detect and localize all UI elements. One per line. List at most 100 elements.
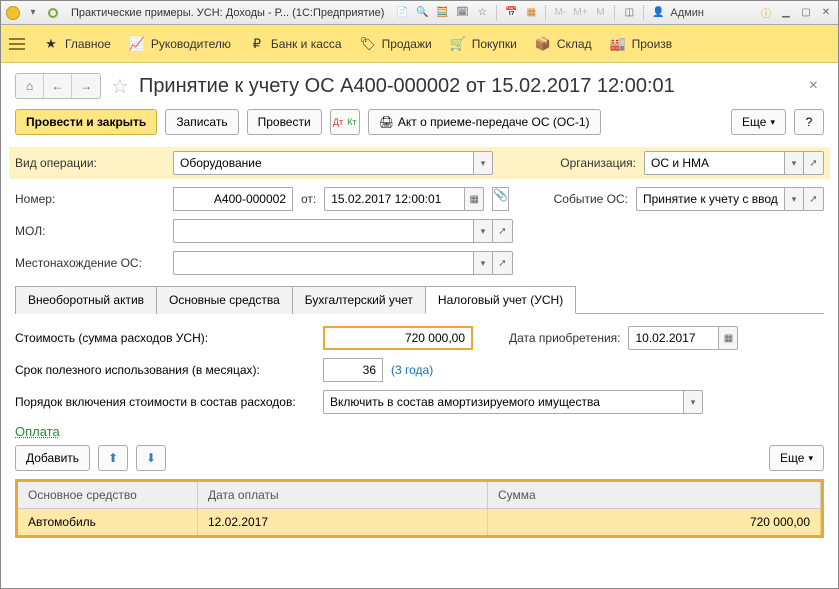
payment-toolbar: Добавить ⬆ ⬇ Еще ▾ (15, 445, 824, 471)
move-down-button[interactable]: ⬇ (136, 445, 166, 471)
post-button[interactable]: Провести (247, 109, 322, 135)
close-icon[interactable]: ✕ (818, 5, 834, 21)
nav-purchases[interactable]: 🛒Покупки (450, 36, 517, 52)
row-include-order: Порядок включения стоимости в состав рас… (15, 390, 824, 414)
box-icon: 📦 (535, 36, 551, 52)
act-button[interactable]: 🖨Акт о приеме-передаче ОС (ОС-1) (368, 109, 601, 135)
m-plus-icon[interactable]: M+ (572, 5, 588, 21)
chevron-down-icon[interactable] (784, 151, 804, 175)
chevron-down-icon[interactable] (473, 219, 493, 243)
home-button[interactable]: ⌂ (16, 74, 44, 98)
org-field[interactable]: ➚ (644, 151, 824, 175)
forward-button[interactable]: → (72, 74, 100, 98)
dropdown-icon[interactable]: ▾ (25, 5, 41, 21)
chevron-down-icon[interactable] (473, 151, 493, 175)
nav-main[interactable]: ★Главное (43, 36, 111, 52)
toolbar-icon-2[interactable]: 🔍 (414, 5, 430, 21)
tab-fixed-asset[interactable]: Внеоборотный актив (15, 286, 157, 314)
label-location: Местонахождение ОС: (15, 256, 165, 270)
number-input[interactable] (173, 187, 293, 211)
nav-production[interactable]: 🏭Произв (610, 36, 673, 52)
grid-icon[interactable]: ▦ (523, 5, 539, 21)
location-input[interactable] (173, 251, 473, 275)
col-sum: Сумма (488, 482, 821, 508)
label-mol: МОЛ: (15, 224, 165, 238)
nav-sales[interactable]: 🏷Продажи (360, 36, 432, 52)
user-icon: 👤 (650, 5, 666, 21)
open-icon[interactable]: ➚ (804, 151, 824, 175)
m-icon[interactable]: M (592, 5, 608, 21)
refresh-icon[interactable] (45, 5, 61, 21)
open-icon[interactable]: ➚ (804, 187, 824, 211)
toolbar-icon-4[interactable]: 🗓 (454, 5, 470, 21)
table-row[interactable]: Автомобиль 12.02.2017 720 000,00 (18, 509, 821, 535)
cost-input[interactable] (323, 326, 473, 350)
calendar-icon[interactable]: ▦ (718, 326, 738, 350)
save-button[interactable]: Записать (165, 109, 238, 135)
info-icon[interactable]: ⓘ (758, 5, 774, 21)
row-useful-life: Срок полезного использования (в месяцах)… (15, 358, 824, 382)
org-input[interactable] (644, 151, 784, 175)
add-button[interactable]: Добавить (15, 445, 90, 471)
nav-warehouse[interactable]: 📦Склад (535, 36, 592, 52)
chevron-down-icon[interactable] (683, 390, 703, 414)
location-field[interactable]: ➚ (173, 251, 513, 275)
op-type-input[interactable] (173, 151, 473, 175)
factory-icon: 🏭 (610, 36, 626, 52)
include-input[interactable] (323, 390, 683, 414)
dt-kt-button[interactable]: ДтКт (330, 109, 360, 135)
include-field[interactable] (323, 390, 703, 414)
table-more-button[interactable]: Еще ▾ (769, 445, 824, 471)
maximize-icon[interactable]: ▢ (798, 5, 814, 21)
life-input[interactable] (323, 358, 383, 382)
tab-accounting[interactable]: Бухгалтерский учет (292, 286, 426, 314)
tag-icon: 🏷 (360, 36, 376, 52)
cell-sum: 720 000,00 (488, 509, 821, 535)
favorite-toggle-icon[interactable]: ☆ (111, 74, 129, 99)
acq-date-field[interactable]: ▦ (628, 326, 738, 350)
nav-manager[interactable]: 📈Руководителю (129, 36, 231, 52)
mol-input[interactable] (173, 219, 473, 243)
chevron-down-icon[interactable] (473, 251, 493, 275)
back-button[interactable]: ← (44, 74, 72, 98)
nav-bank[interactable]: ₽Банк и касса (249, 36, 342, 52)
document-toolbar: Провести и закрыть Записать Провести ДтК… (15, 109, 824, 135)
move-up-button[interactable]: ⬆ (98, 445, 128, 471)
open-icon[interactable]: ➚ (493, 219, 513, 243)
tab-main-assets[interactable]: Основные средства (156, 286, 293, 314)
close-page-icon[interactable]: × (803, 75, 824, 97)
date-field[interactable]: ▦ (324, 187, 484, 211)
m-minus-icon[interactable]: M- (552, 5, 568, 21)
event-input[interactable] (636, 187, 784, 211)
more-button[interactable]: Еще ▾ (731, 109, 786, 135)
open-icon[interactable]: ➚ (493, 251, 513, 275)
ruble-icon: ₽ (249, 36, 265, 52)
acq-date-input[interactable] (628, 326, 718, 350)
post-close-button[interactable]: Провести и закрыть (15, 109, 157, 135)
calendar-icon[interactable]: 📅 (503, 5, 519, 21)
calendar-icon[interactable]: ▦ (464, 187, 484, 211)
toolbar-icon-3[interactable]: 🧮 (434, 5, 450, 21)
menu-icon[interactable] (9, 38, 25, 50)
mol-field[interactable]: ➚ (173, 219, 513, 243)
event-field[interactable]: ➚ (636, 187, 824, 211)
op-type-field[interactable] (173, 151, 493, 175)
minimize-icon[interactable]: ▁ (778, 5, 794, 21)
row-cost: Стоимость (сумма расходов УСН): Дата при… (15, 326, 824, 350)
cell-asset: Автомобиль (18, 509, 198, 535)
panel-icon[interactable]: ◫ (621, 5, 637, 21)
tab-tax-usn[interactable]: Налоговый учет (УСН) (425, 286, 576, 314)
label-number: Номер: (15, 192, 165, 206)
favorite-icon[interactable]: ☆ (474, 5, 490, 21)
user-label: Админ (670, 7, 704, 19)
print-icon: 🖨 (379, 115, 394, 129)
date-input[interactable] (324, 187, 464, 211)
life-years-link[interactable]: (3 года) (391, 363, 433, 377)
label-event: Событие ОС: (554, 192, 628, 206)
chevron-down-icon[interactable] (784, 187, 804, 211)
attachment-icon[interactable]: 📎 (492, 187, 509, 211)
help-button[interactable]: ? (794, 109, 824, 135)
row-number: Номер: от: ▦ 📎 Событие ОС: ➚ (15, 187, 824, 211)
toolbar-icon-1[interactable]: 📄 (394, 5, 410, 21)
row-mol: МОЛ: ➚ (15, 219, 824, 243)
